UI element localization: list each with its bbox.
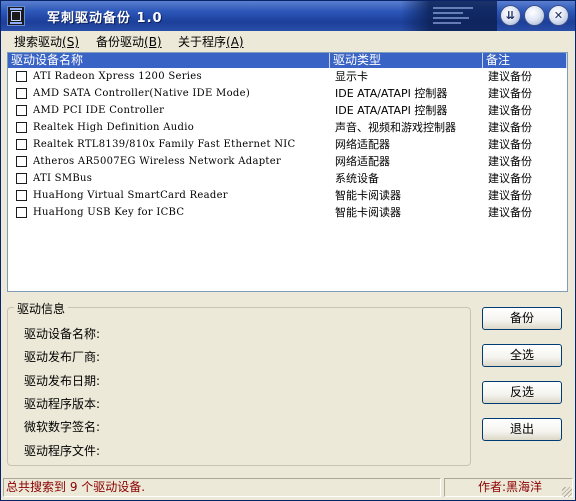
label-release-date: 驱动发布日期: [24, 374, 101, 388]
label-device-name: 驱动设备名称: [24, 327, 101, 341]
driver-list[interactable]: 驱动设备名称 驱动类型 备注 ATI Radeon Xpress 1200 Se… [7, 52, 568, 292]
menu-backup-label: 备份驱动 [96, 35, 145, 49]
column-note[interactable]: 备注 [483, 53, 567, 68]
menu-about-key: (A) [226, 35, 244, 49]
driver-info-title: 驱动信息 [14, 300, 69, 317]
table-row[interactable]: HuaHong Virtual SmartCard Reader 智能卡阅读器 … [8, 187, 567, 204]
menu-search-drivers[interactable]: 搜索驱动(S) [11, 32, 82, 51]
rollup-button[interactable]: ⇊ [500, 5, 521, 26]
device-name: ATI SMBus [33, 173, 93, 184]
driver-type: 声音、视频和游戏控制器 [335, 121, 456, 134]
driver-info-group: 驱动信息 驱动设备名称: 驱动发布厂商: 驱动发布日期: 驱动程序版本: 微软数… [7, 300, 471, 466]
column-device-name[interactable]: 驱动设备名称 [8, 53, 330, 68]
driver-type: 智能卡阅读器 [335, 189, 401, 202]
device-name: ATI Radeon Xpress 1200 Series [33, 71, 202, 82]
menu-backup-drivers[interactable]: 备份驱动(B) [93, 32, 165, 51]
driver-note: 建议备份 [488, 206, 532, 219]
table-row[interactable]: Realtek RTL8139/810x Family Fast Etherne… [8, 136, 567, 153]
driver-type: 网络适配器 [335, 155, 390, 168]
table-row[interactable]: AMD SATA Controller(Native IDE Mode) IDE… [8, 85, 567, 102]
app-film-icon [7, 6, 25, 26]
close-button[interactable]: ✕ [548, 5, 569, 26]
menu-backup-key: (B) [144, 35, 162, 49]
menu-bar: 搜索驱动(S) 备份驱动(B) 关于程序(A) [1, 31, 575, 50]
device-name: AMD SATA Controller(Native IDE Mode) [33, 88, 251, 99]
device-name: HuaHong Virtual SmartCard Reader [33, 190, 228, 201]
menu-about-label: 关于程序 [178, 35, 227, 49]
table-row[interactable]: ATI SMBus 系统设备 建议备份 [8, 170, 567, 187]
driver-note: 建议备份 [488, 138, 532, 151]
driver-type: 智能卡阅读器 [335, 206, 401, 219]
list-header: 驱动设备名称 驱动类型 备注 [8, 53, 567, 68]
status-author: 作者:黑海洋 [444, 478, 573, 497]
label-driver-files: 驱动程序文件: [24, 444, 101, 458]
row-checkbox[interactable] [16, 105, 27, 116]
driver-note: 建议备份 [488, 70, 532, 83]
label-version: 驱动程序版本: [24, 397, 101, 411]
menu-search-label: 搜索驱动 [14, 35, 63, 49]
row-checkbox[interactable] [16, 173, 27, 184]
row-checkbox[interactable] [16, 71, 27, 82]
minimize-button[interactable] [524, 5, 545, 26]
status-bar: 总共搜索到 9 个驱动设备. 作者:黑海洋 [1, 476, 575, 500]
row-checkbox[interactable] [16, 207, 27, 218]
device-name: HuaHong USB Key for ICBC [33, 207, 185, 218]
window-title: 军刺驱动备份 1.0 [47, 11, 163, 26]
device-name: Realtek High Definition Audio [33, 122, 195, 133]
driver-type: IDE ATA/ATAPI 控制器 [335, 104, 448, 117]
driver-note: 建议备份 [488, 172, 532, 185]
column-driver-type[interactable]: 驱动类型 [330, 53, 483, 68]
driver-type: IDE ATA/ATAPI 控制器 [335, 87, 448, 100]
title-bar[interactable]: 军刺驱动备份 1.0 ⇊ ✕ [1, 1, 575, 31]
table-row[interactable]: AMD PCI IDE Controller IDE ATA/ATAPI 控制器… [8, 102, 567, 119]
row-checkbox[interactable] [16, 139, 27, 150]
device-name: AMD PCI IDE Controller [33, 105, 165, 116]
driver-note: 建议备份 [488, 155, 532, 168]
table-row[interactable]: HuaHong USB Key for ICBC 智能卡阅读器 建议备份 [8, 204, 567, 221]
driver-type: 系统设备 [335, 172, 379, 185]
row-checkbox[interactable] [16, 88, 27, 99]
label-vendor: 驱动发布厂商: [24, 350, 101, 364]
menu-about[interactable]: 关于程序(A) [175, 32, 247, 51]
backup-button[interactable]: 备份 [482, 307, 562, 330]
device-name: Realtek RTL8139/810x Family Fast Etherne… [33, 139, 296, 150]
driver-note: 建议备份 [488, 104, 532, 117]
status-device-count: 总共搜索到 9 个驱动设备. [3, 478, 441, 497]
device-name: Atheros AR5007EG Wireless Network Adapte… [33, 156, 282, 167]
driver-type: 显示卡 [335, 70, 368, 83]
driver-type: 网络适配器 [335, 138, 390, 151]
invert-selection-button[interactable]: 反选 [482, 381, 562, 404]
title-decoration [401, 1, 497, 31]
main-window: 军刺驱动备份 1.0 ⇊ ✕ 搜索驱动(S) 备份驱动(B) 关于程序(A) 驱… [0, 0, 576, 501]
table-row[interactable]: ATI Radeon Xpress 1200 Series 显示卡 建议备份 [8, 68, 567, 85]
driver-note: 建议备份 [488, 121, 532, 134]
row-checkbox[interactable] [16, 190, 27, 201]
table-row[interactable]: Realtek High Definition Audio 声音、视频和游戏控制… [8, 119, 567, 136]
exit-button[interactable]: 退出 [482, 418, 562, 441]
row-checkbox[interactable] [16, 122, 27, 133]
table-row[interactable]: Atheros AR5007EG Wireless Network Adapte… [8, 153, 567, 170]
menu-search-key: (S) [62, 35, 79, 49]
driver-note: 建议备份 [488, 189, 532, 202]
row-checkbox[interactable] [16, 156, 27, 167]
select-all-button[interactable]: 全选 [482, 344, 562, 367]
label-signature: 微软数字签名: [24, 420, 101, 434]
resize-grip-icon[interactable] [562, 487, 572, 497]
driver-note: 建议备份 [488, 87, 532, 100]
